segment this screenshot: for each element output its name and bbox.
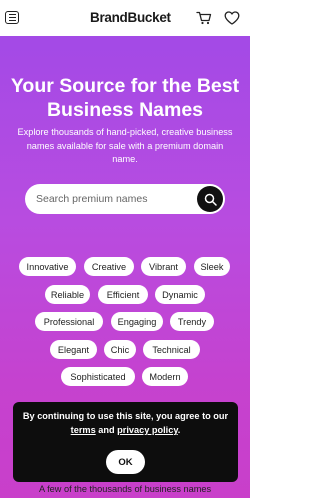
tag-modern[interactable]: Modern — [142, 367, 188, 386]
search-button[interactable] — [197, 186, 223, 212]
tag-professional[interactable]: Professional — [35, 312, 103, 331]
brand-logo[interactable]: BrandBucket — [90, 10, 171, 25]
tag-innovative[interactable]: Innovative — [19, 257, 76, 276]
hero-subtitle-line-3: name. — [112, 154, 138, 164]
hero-subtitle: Explore thousands of hand-picked, creati… — [10, 126, 240, 167]
tag-vibrant[interactable]: Vibrant — [141, 257, 186, 276]
tag-technical[interactable]: Technical — [143, 340, 200, 359]
section-intro-text: A few of the thousands of business names — [38, 484, 212, 494]
cookie-ok-button[interactable]: OK — [106, 450, 145, 474]
search-input[interactable] — [36, 193, 186, 205]
hero-subtitle-line-2: names available for sale with a premium … — [26, 140, 224, 151]
tag-chic[interactable]: Chic — [104, 340, 136, 359]
terms-link[interactable]: terms — [71, 425, 96, 435]
cookie-text-after: . — [177, 425, 181, 435]
tag-engaging[interactable]: Engaging — [111, 312, 163, 331]
tag-creative[interactable]: Creative — [84, 257, 134, 276]
tag-elegant[interactable]: Elegant — [50, 340, 97, 359]
cookie-text-middle: and — [95, 425, 118, 435]
tag-efficient[interactable]: Efficient — [98, 285, 148, 304]
hero-title: Your Source for the Best Business Names — [0, 74, 250, 122]
hero-subtitle-line-1: Explore thousands of hand-picked, creati… — [17, 127, 233, 137]
tag-dynamic[interactable]: Dynamic — [155, 285, 205, 304]
cart-icon[interactable] — [196, 11, 212, 25]
tag-reliable[interactable]: Reliable — [45, 285, 90, 304]
tag-trendy[interactable]: Trendy — [170, 312, 214, 331]
heart-icon[interactable] — [224, 11, 240, 25]
hero-title-line-1: Your Source for the Best — [10, 75, 240, 97]
tag-sophisticated[interactable]: Sophisticated — [61, 367, 135, 386]
cookie-text-before: By continuing to use this site, you agre… — [22, 411, 229, 421]
search-bar — [25, 184, 225, 214]
hero-title-line-2: Business Names — [46, 99, 204, 121]
top-nav: BrandBucket — [0, 0, 250, 36]
cookie-banner: By continuing to use this site, you agre… — [13, 402, 238, 482]
menu-icon[interactable] — [5, 11, 19, 24]
tag-sleek[interactable]: Sleek — [194, 257, 230, 276]
privacy-policy-link[interactable]: privacy policy — [117, 425, 178, 435]
search-icon — [204, 193, 217, 206]
cookie-message: By continuing to use this site, you agre… — [21, 409, 230, 437]
